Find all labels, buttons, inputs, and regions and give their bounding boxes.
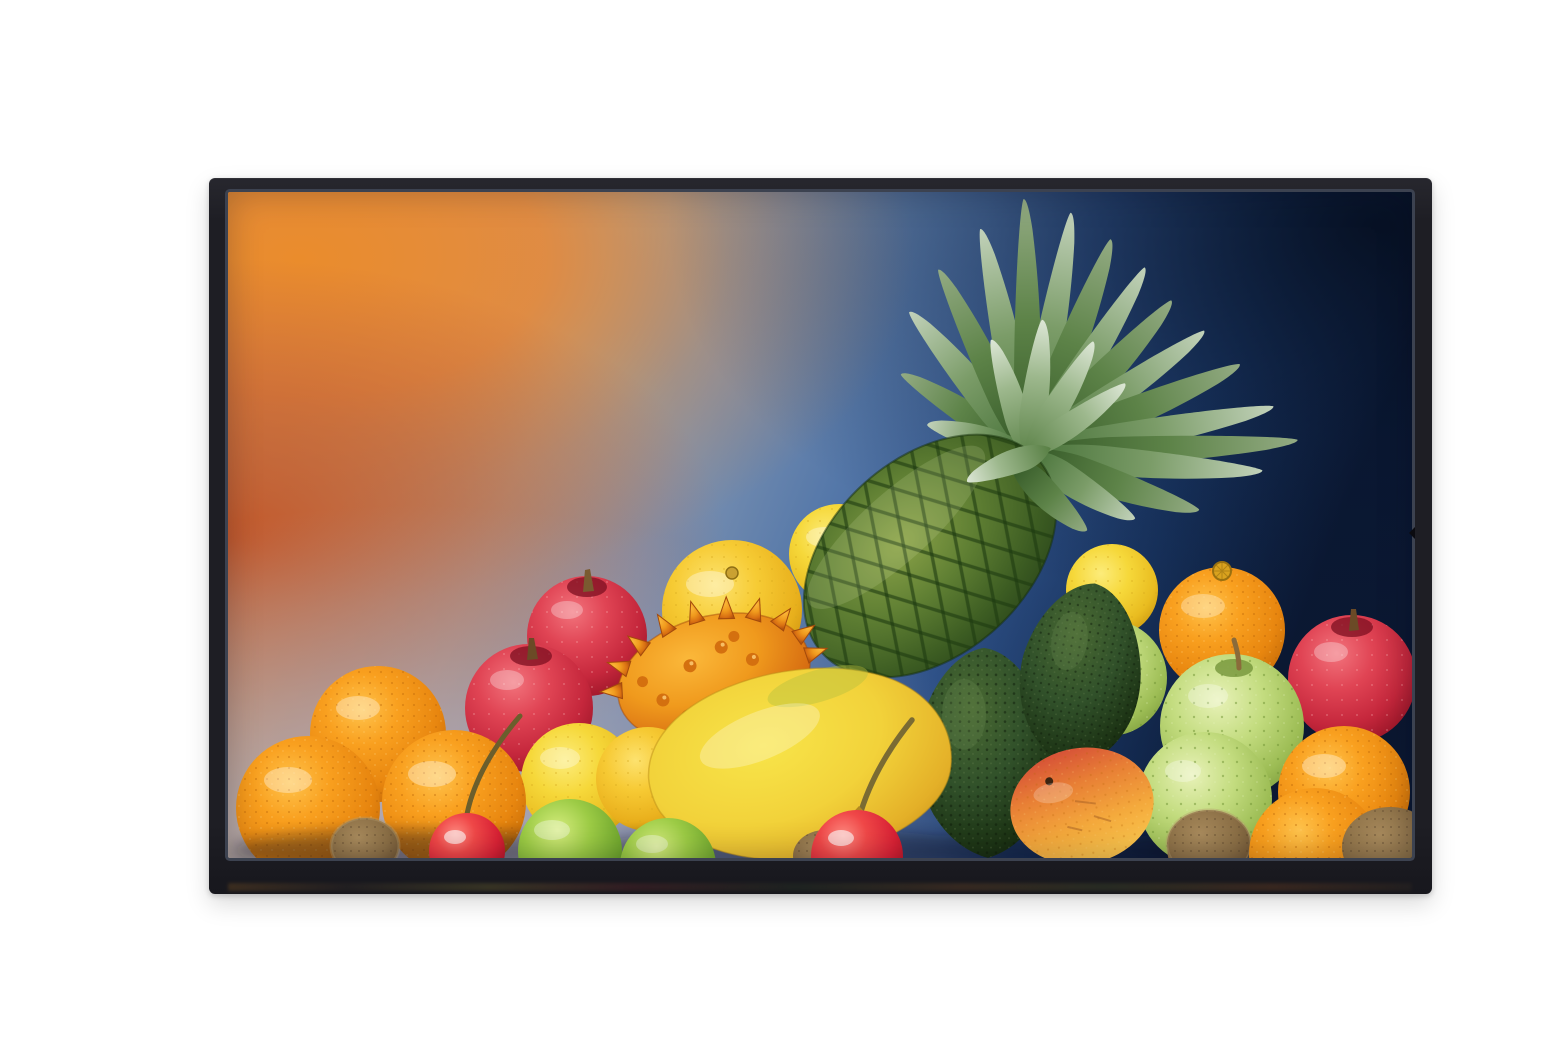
bezel-reflection xyxy=(228,883,1412,891)
image-caption: Flat-screen display showing a still-life… xyxy=(209,178,210,179)
fruit-still-life-image xyxy=(228,192,1412,858)
grapefruit-navel xyxy=(726,567,738,579)
display-screen xyxy=(228,192,1412,858)
display-monitor: Flat-screen display showing a still-life… xyxy=(209,178,1432,894)
tangerine-navel xyxy=(1213,562,1231,580)
